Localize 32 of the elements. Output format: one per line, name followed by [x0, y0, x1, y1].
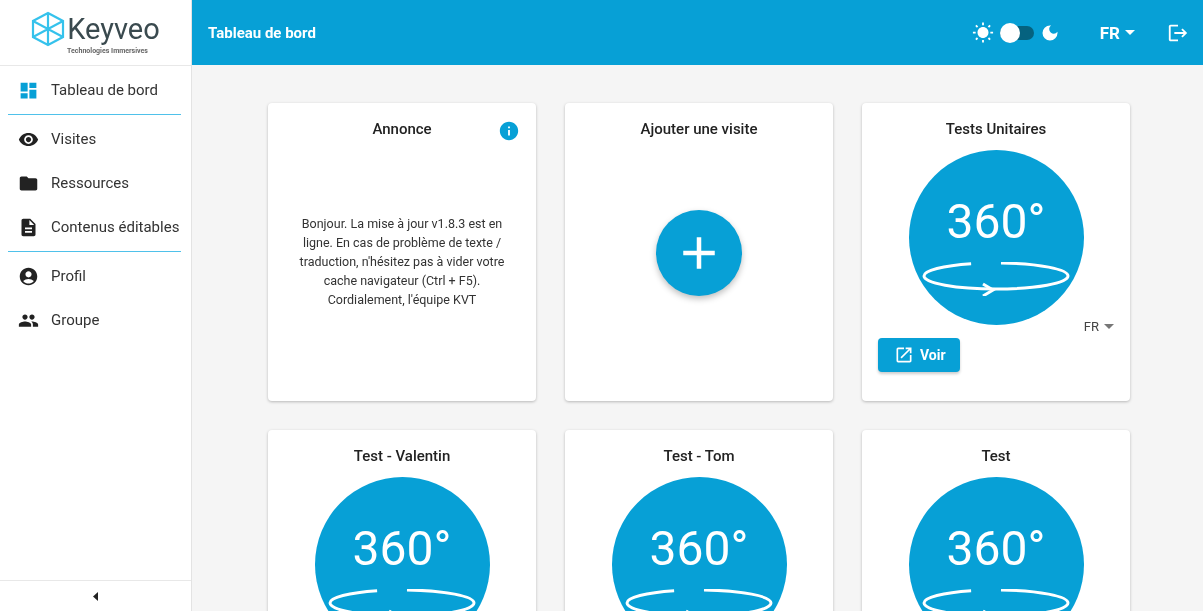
logo-text: 360° — [649, 520, 749, 577]
card-title: Ajouter une visite — [640, 120, 758, 138]
card-title: Test - Tom — [663, 447, 735, 465]
caret-icon — [1104, 324, 1114, 329]
caret-icon — [1125, 30, 1135, 35]
sun-icon — [971, 21, 994, 44]
collapse-arrow-icon[interactable] — [93, 591, 98, 601]
logo-text: 360° — [352, 520, 452, 577]
logo-text: 360° — [946, 520, 1046, 577]
card-title: Annonce — [372, 120, 432, 138]
logo-name: Keyveo — [67, 13, 160, 44]
sidebar-item[interactable]: Tableau de bord — [8, 68, 181, 112]
info-icon[interactable] — [498, 120, 520, 142]
logo-text: 360° — [946, 193, 1046, 250]
external-link-icon — [894, 345, 914, 365]
language-dropdown[interactable]: FR — [1083, 319, 1114, 334]
circular-arrow-icon — [920, 262, 1072, 296]
announcement-text: Bonjour. La mise à jour v1.8.3 est en ligne. En cas de problème de texte / traduction, n'hésitez pas à vider votre cache navigateur (Ctrl + F5). Cordialement, l'équipe KVT — [298, 215, 506, 309]
sidebar-item[interactable]: Groupe — [8, 298, 181, 342]
sidebar-item[interactable]: Ressources — [8, 161, 181, 205]
card-title: Test — [981, 447, 1011, 465]
sidebar-item[interactable]: Visites — [8, 117, 181, 161]
add-visit-button[interactable] — [656, 210, 742, 296]
card-title: Tests Unitaires — [945, 120, 1047, 138]
document-icon — [18, 216, 39, 238]
theme-toggle[interactable] — [999, 25, 1034, 40]
sidebar-item[interactable]: Profil — [8, 254, 181, 298]
card-title: Test - Valentin — [353, 447, 451, 465]
profile-icon — [18, 265, 39, 287]
page-title: Tableau de bord — [208, 23, 317, 42]
sidebar-item[interactable]: Contenus éditables — [8, 205, 181, 249]
cube-logo-icon — [31, 10, 66, 47]
